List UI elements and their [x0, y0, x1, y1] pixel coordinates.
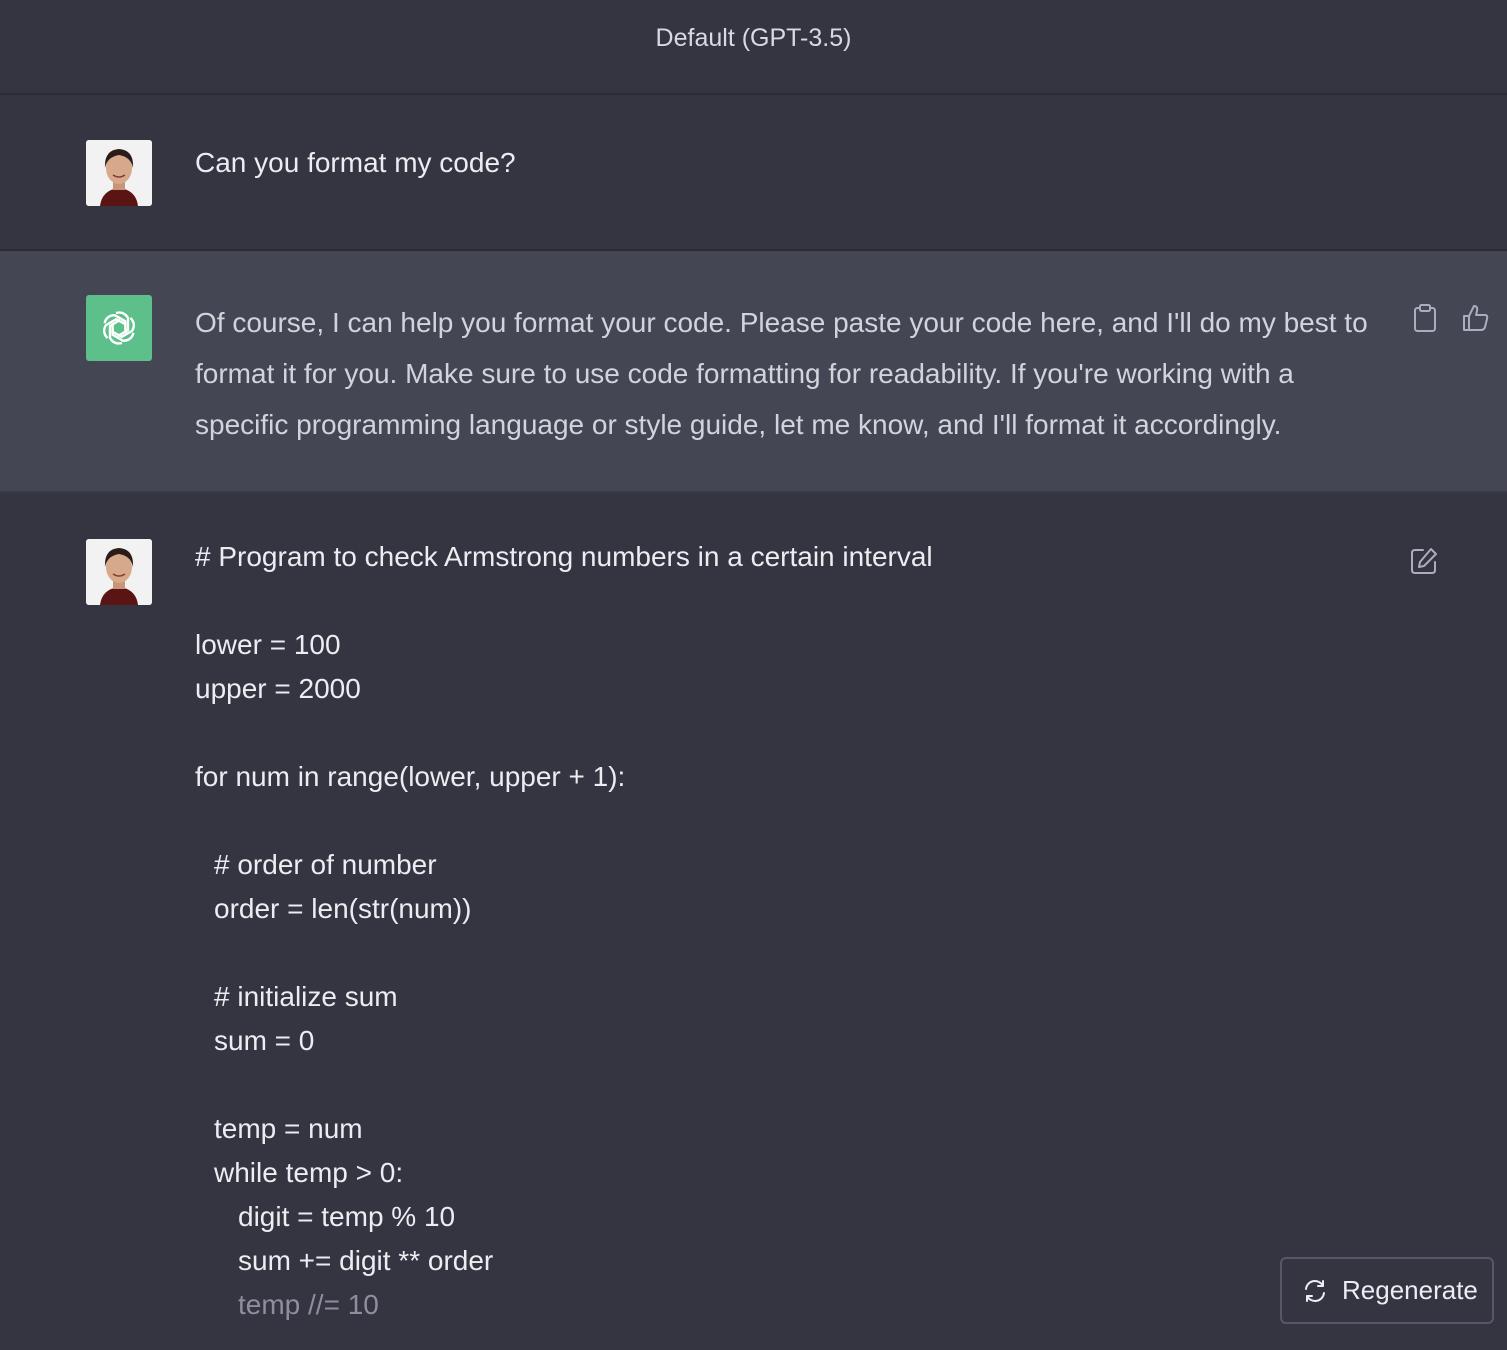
assistant-message: Of course, I can help you format your co… — [0, 251, 1507, 493]
code-line: while temp > 0: — [214, 1157, 404, 1188]
thumbs-up-button[interactable] — [1459, 301, 1493, 335]
clipboard-icon — [1414, 304, 1436, 332]
user-avatar — [86, 140, 152, 206]
code-line: digit = temp % 10 — [238, 1201, 456, 1232]
code-line: # initialize sum — [214, 981, 398, 1012]
top-bar: Default (GPT-3.5) — [0, 0, 1507, 95]
code-line: for num in range(lower, upper + 1): — [195, 761, 626, 792]
user-avatar — [86, 539, 152, 605]
assistant-message-text: Of course, I can help you format your co… — [195, 307, 1368, 440]
code-line: upper = 2000 — [195, 673, 361, 704]
code-line: order = len(str(num)) — [214, 893, 472, 924]
thumbs-up-icon — [1463, 305, 1489, 331]
code-line: sum += digit ** order — [238, 1245, 494, 1276]
code-line: temp = num — [214, 1113, 363, 1144]
refresh-icon — [1305, 1279, 1325, 1302]
user-message-2: # Program to check Armstrong numbers in … — [0, 493, 1507, 1350]
code-line: # Program to check Armstrong numbers in … — [195, 541, 933, 572]
regenerate-button[interactable]: Regenerate — [1280, 1257, 1494, 1324]
edit-button[interactable] — [1407, 544, 1441, 578]
assistant-avatar — [86, 295, 152, 361]
model-title[interactable]: Default (GPT-3.5) — [0, 24, 1507, 53]
code-line: temp //= 10 — [238, 1289, 379, 1320]
code-line: sum = 0 — [214, 1025, 315, 1056]
code-line: # order of number — [214, 849, 437, 880]
edit-icon — [1411, 548, 1437, 574]
regenerate-label: Regenerate — [1342, 1275, 1478, 1305]
code-line: lower = 100 — [195, 629, 341, 660]
user-message-text: Can you format my code? — [195, 147, 516, 178]
openai-logo-icon — [102, 311, 136, 345]
user-message-1: Can you format my code? — [0, 95, 1507, 251]
copy-button[interactable] — [1408, 301, 1442, 335]
